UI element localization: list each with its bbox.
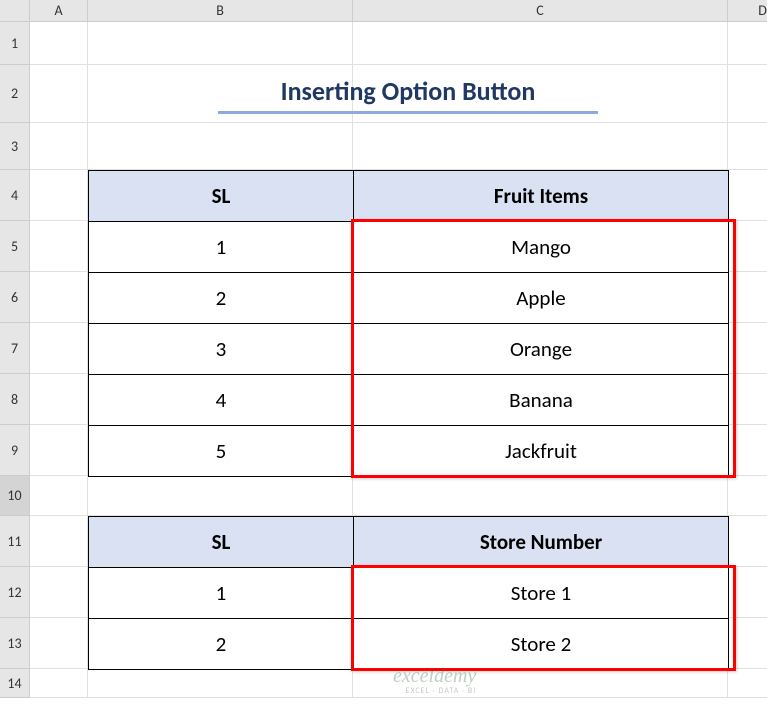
cell[interactable]	[30, 65, 88, 123]
cell[interactable]	[728, 123, 767, 170]
table2-sl[interactable]: 2	[89, 619, 354, 670]
title-area: Inserting Option Button	[88, 65, 728, 123]
cell[interactable]	[30, 516, 88, 567]
cell[interactable]	[728, 22, 767, 65]
table2-header[interactable]: Store Number	[354, 517, 729, 568]
cell[interactable]	[30, 618, 88, 669]
cell[interactable]	[30, 272, 88, 323]
table2-item[interactable]: Store 1	[354, 568, 729, 619]
cell[interactable]	[728, 170, 767, 221]
select-all-corner[interactable]	[0, 0, 30, 22]
cell[interactable]	[30, 170, 88, 221]
cell[interactable]	[728, 272, 767, 323]
table1-item[interactable]: Banana	[354, 375, 729, 426]
table1-header[interactable]: SL	[89, 171, 354, 222]
table1-sl[interactable]: 1	[89, 222, 354, 273]
cell[interactable]	[728, 618, 767, 669]
watermark-main: exceldemy	[393, 665, 476, 688]
cell[interactable]	[728, 374, 767, 425]
cell[interactable]	[353, 22, 728, 65]
table1-item[interactable]: Apple	[354, 273, 729, 324]
row-header-1[interactable]: 1	[0, 22, 30, 65]
cell[interactable]	[30, 425, 88, 476]
table1-item[interactable]: Orange	[354, 324, 729, 375]
row-header-3[interactable]: 3	[0, 123, 30, 170]
col-header-c[interactable]: C	[353, 0, 728, 22]
store-table: SLStore Number 1Store 12Store 2	[88, 516, 729, 670]
row-header-12[interactable]: 12	[0, 567, 30, 618]
row-header-2[interactable]: 2	[0, 65, 30, 123]
cell[interactable]	[30, 669, 88, 698]
row-header-10[interactable]: 10	[0, 476, 30, 516]
row-header-4[interactable]: 4	[0, 170, 30, 221]
row-header-8[interactable]: 8	[0, 374, 30, 425]
table1-item[interactable]: Mango	[354, 222, 729, 273]
col-header-b[interactable]: B	[88, 0, 353, 22]
cell[interactable]	[728, 323, 767, 374]
cell[interactable]	[728, 221, 767, 272]
table1-header[interactable]: Fruit Items	[354, 171, 729, 222]
row-header-13[interactable]: 13	[0, 618, 30, 669]
col-header-d[interactable]: D	[728, 0, 767, 22]
cell[interactable]	[30, 374, 88, 425]
cell[interactable]	[88, 22, 353, 65]
row-header-6[interactable]: 6	[0, 272, 30, 323]
cell[interactable]	[30, 323, 88, 374]
row-header-9[interactable]: 9	[0, 425, 30, 476]
cell[interactable]	[88, 123, 353, 170]
cell[interactable]	[30, 22, 88, 65]
title-underline	[218, 111, 598, 114]
cell[interactable]	[30, 476, 88, 516]
cell[interactable]	[728, 425, 767, 476]
table2-sl[interactable]: 1	[89, 568, 354, 619]
cell[interactable]	[728, 567, 767, 618]
cell[interactable]	[728, 476, 767, 516]
cell[interactable]	[30, 221, 88, 272]
row-headers: 1234567891011121314	[0, 22, 30, 698]
col-header-a[interactable]: A	[30, 0, 88, 22]
cell[interactable]	[353, 123, 728, 170]
cell[interactable]	[30, 567, 88, 618]
table1-item[interactable]: Jackfruit	[354, 426, 729, 477]
table1-sl[interactable]: 5	[89, 426, 354, 477]
page-title: Inserting Option Button	[281, 75, 536, 107]
spreadsheet: ABCD 1234567891011121314 Inserting Optio…	[0, 0, 767, 725]
table2-item[interactable]: Store 2	[354, 619, 729, 670]
row-header-7[interactable]: 7	[0, 323, 30, 374]
cell[interactable]	[353, 476, 728, 516]
table1-sl[interactable]: 2	[89, 273, 354, 324]
table2-header[interactable]: SL	[89, 517, 354, 568]
row-header-5[interactable]: 5	[0, 221, 30, 272]
cell[interactable]	[728, 516, 767, 567]
watermark-sub: EXCEL · DATA · BI	[406, 686, 477, 696]
row-header-14[interactable]: 14	[0, 669, 30, 698]
cell[interactable]	[88, 476, 353, 516]
fruit-table: SLFruit Items 1Mango2Apple3Orange4Banana…	[88, 170, 729, 477]
cell[interactable]	[30, 123, 88, 170]
row-header-11[interactable]: 11	[0, 516, 30, 567]
cell[interactable]	[728, 65, 767, 123]
column-headers: ABCD	[30, 0, 767, 22]
watermark: exceldemy EXCEL · DATA · BI	[393, 665, 476, 698]
table1-sl[interactable]: 4	[89, 375, 354, 426]
cell[interactable]	[88, 669, 353, 698]
table1-sl[interactable]: 3	[89, 324, 354, 375]
cell[interactable]	[728, 669, 767, 698]
